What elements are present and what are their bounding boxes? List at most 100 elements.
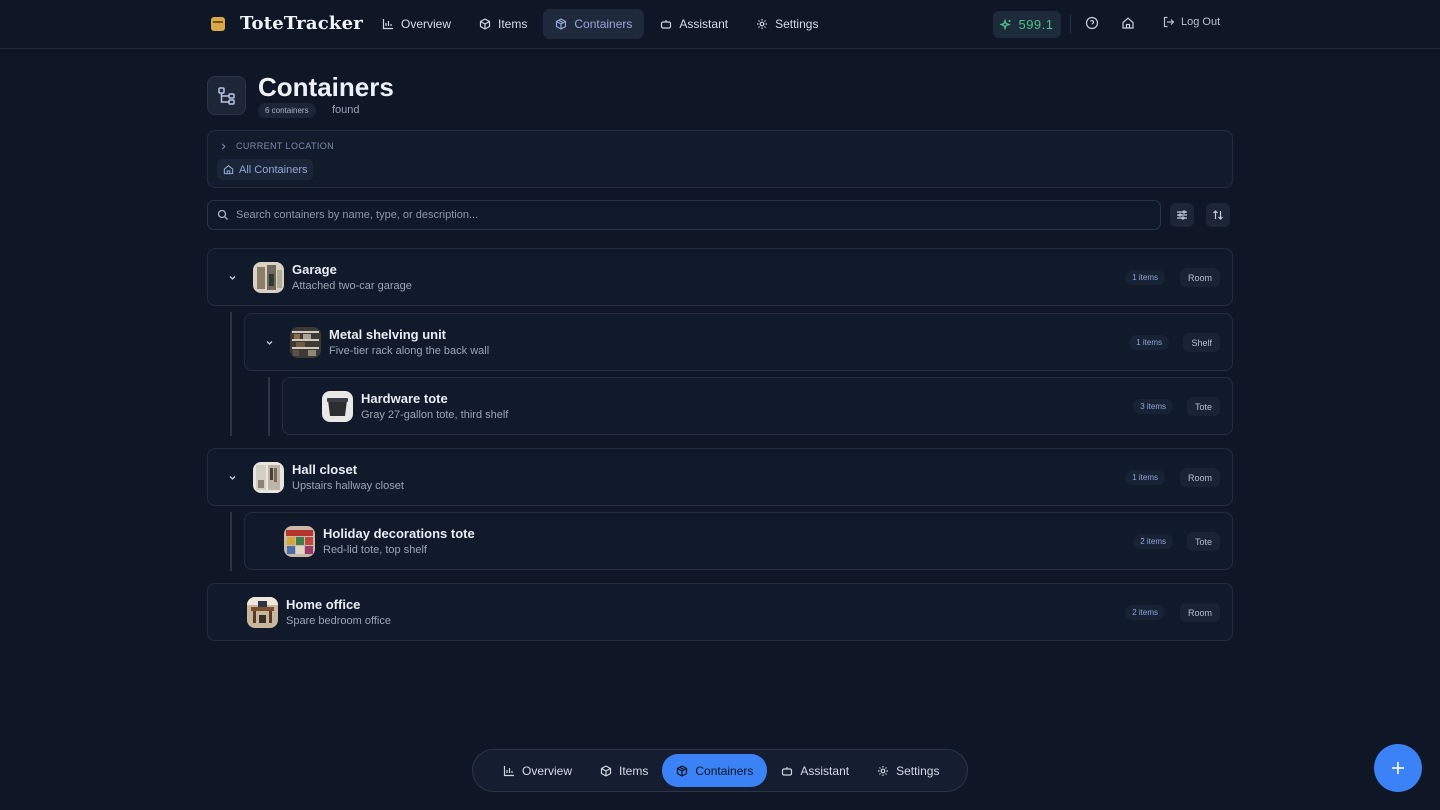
container-row-hardware-tote[interactable]: Hardware tote Gray 27-gallon tote, third… (282, 377, 1233, 435)
help-icon[interactable] (1085, 16, 1099, 30)
sort-button[interactable] (1206, 203, 1230, 227)
main-nav: Overview Items Containers Assistant Sett… (370, 9, 830, 39)
item-count-badge: 1 items (1125, 270, 1165, 285)
item-count-badge: 2 items (1133, 534, 1173, 549)
dock-label: Items (619, 763, 649, 778)
current-location-panel: CURRENT LOCATION All Containers (207, 130, 1233, 188)
dock-containers[interactable]: Containers (662, 754, 768, 787)
chevron-right-icon (221, 143, 226, 149)
nav-items[interactable]: Items (467, 9, 539, 39)
robot-icon (782, 766, 793, 776)
nav-label: Overview (401, 17, 452, 31)
bar-chart-icon (382, 19, 393, 30)
chevron-down-icon[interactable] (265, 338, 274, 347)
brand[interactable]: ToteTracker (211, 13, 363, 34)
home-icon (223, 164, 234, 175)
container-row-garage[interactable]: Garage Attached two-car garage 1 items R… (207, 248, 1233, 306)
count-suffix: found (332, 104, 360, 116)
add-container-button[interactable] (1374, 744, 1422, 792)
points-value: 599.1 (1018, 17, 1054, 32)
gear-icon (878, 765, 889, 776)
dock-overview[interactable]: Overview (489, 754, 586, 787)
top-navigation-bar: ToteTracker Overview Items Containers As… (0, 0, 1440, 49)
search-input[interactable] (236, 209, 1136, 221)
container-type-badge: Room (1179, 468, 1220, 487)
filter-button[interactable] (1170, 203, 1194, 227)
tote-logo-icon (211, 16, 225, 31)
home-icon[interactable] (1121, 16, 1135, 30)
container-type-badge: Room (1179, 603, 1220, 622)
container-name: Home office (286, 597, 361, 612)
brand-name: ToteTracker (240, 13, 363, 34)
nav-settings[interactable]: Settings (744, 9, 830, 39)
dock-label: Containers (695, 763, 754, 778)
chevron-down-icon[interactable] (228, 273, 237, 282)
container-photo (253, 262, 284, 293)
container-row-home-office[interactable]: Home office Spare bedroom office 2 items… (207, 583, 1233, 641)
item-count-badge: 2 items (1125, 605, 1165, 620)
robot-icon (661, 20, 672, 29)
dock-items[interactable]: Items (586, 754, 662, 787)
logout-label: Log Out (1181, 16, 1221, 28)
tree-connector (230, 512, 232, 571)
breadcrumb-all-containers[interactable]: All Containers (217, 159, 314, 180)
container-photo (290, 327, 321, 358)
chevron-down-icon[interactable] (228, 473, 237, 482)
container-count-badge: 6 containers (258, 103, 316, 118)
item-count-badge: 1 items (1129, 335, 1169, 350)
container-row-metal-shelving-unit[interactable]: Metal shelving unit Five-tier rack along… (244, 313, 1233, 371)
logout-button[interactable]: Log Out (1163, 16, 1220, 28)
box-icon (556, 18, 567, 30)
sort-icon (1213, 210, 1223, 220)
plus-icon (1392, 762, 1404, 774)
box-icon (677, 764, 688, 777)
container-name: Hardware tote (361, 391, 448, 406)
gear-icon (757, 19, 768, 29)
divider (1070, 15, 1071, 33)
item-count-badge: 1 items (1125, 470, 1165, 485)
nav-containers[interactable]: Containers (543, 9, 645, 39)
dock-assistant[interactable]: Assistant (767, 754, 863, 787)
container-description: Red-lid tote, top shelf (323, 544, 427, 556)
location-toggle[interactable]: CURRENT LOCATION (220, 141, 334, 151)
container-name: Holiday decorations tote (323, 526, 475, 541)
dock-label: Overview (522, 763, 573, 778)
sliders-icon (1177, 210, 1187, 220)
nav-assistant[interactable]: Assistant (648, 9, 740, 39)
container-type-badge: Shelf (1183, 333, 1220, 352)
nav-label: Items (498, 17, 528, 31)
dock-label: Assistant (800, 763, 850, 778)
location-heading: CURRENT LOCATION (236, 141, 335, 151)
nav-label: Containers (574, 17, 633, 31)
container-photo (284, 526, 315, 557)
sparkle-icon (1000, 18, 1012, 30)
page-title: Containers (258, 72, 394, 102)
container-photo (253, 462, 284, 493)
container-photo (247, 597, 278, 628)
container-description: Five-tier rack along the back wall (329, 345, 490, 357)
tree-connector (268, 377, 270, 436)
breadcrumb-label: All Containers (239, 163, 308, 176)
cube-icon (600, 764, 612, 777)
container-description: Upstairs hallway closet (292, 480, 404, 492)
container-type-badge: Room (1179, 268, 1220, 287)
hierarchy-icon (217, 86, 235, 105)
search-icon (217, 209, 229, 221)
container-description: Attached two-car garage (292, 280, 412, 292)
container-description: Spare bedroom office (286, 615, 391, 627)
container-name: Metal shelving unit (329, 327, 447, 342)
containers-page-icon (207, 76, 246, 115)
cube-icon (479, 18, 491, 30)
container-row-holiday-decorations-tote[interactable]: Holiday decorations tote Red-lid tote, t… (244, 512, 1233, 570)
container-name: Garage (292, 262, 337, 277)
dock-settings[interactable]: Settings (863, 754, 953, 787)
logout-icon (1163, 16, 1175, 28)
bottom-dock: Overview Items Containers Assistant Sett… (472, 749, 968, 792)
points-badge[interactable]: 599.1 (993, 11, 1061, 38)
bar-chart-icon (503, 765, 514, 776)
nav-overview[interactable]: Overview (370, 9, 463, 39)
tree-connector (230, 312, 232, 436)
search-bar (207, 200, 1161, 230)
nav-label: Assistant (679, 17, 729, 31)
container-row-hall-closet[interactable]: Hall closet Upstairs hallway closet 1 it… (207, 448, 1233, 506)
